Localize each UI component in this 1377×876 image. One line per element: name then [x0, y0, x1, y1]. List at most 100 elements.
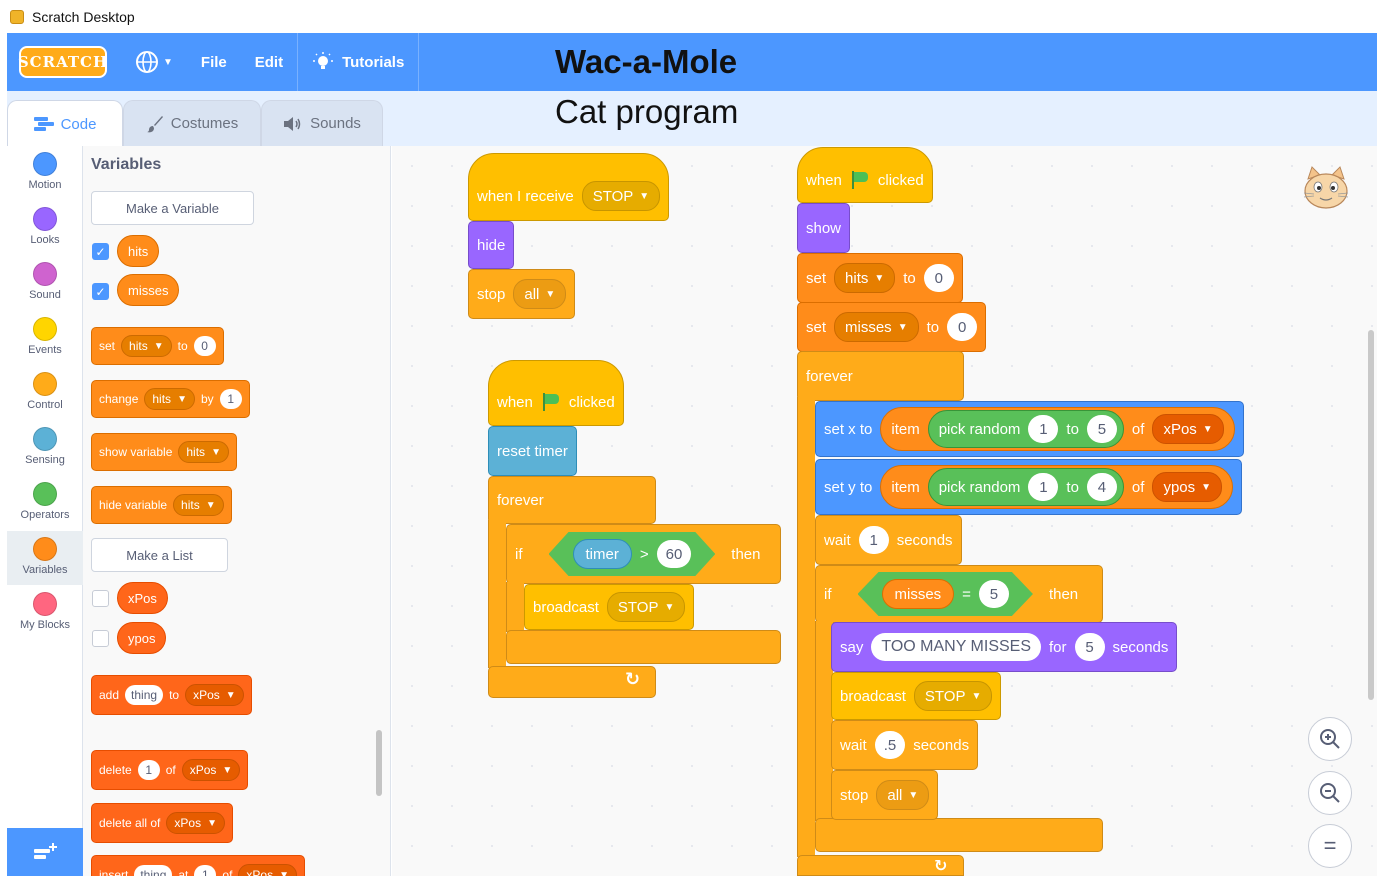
tab-sounds[interactable]: Sounds — [261, 100, 383, 146]
stop-option-dropdown[interactable]: all ▼ — [513, 279, 567, 309]
palette-hide-variable-block[interactable]: hide variable hits ▼ — [91, 486, 232, 524]
category-looks[interactable]: Looks — [7, 201, 83, 255]
message-dropdown[interactable]: STOP ▼ — [913, 681, 993, 711]
tab-code[interactable]: Code — [7, 100, 123, 147]
palette-show-variable-block[interactable]: show variable hits ▼ — [91, 433, 237, 471]
number-input[interactable]: 1 — [219, 389, 242, 409]
variable-dropdown[interactable]: misses ▼ — [834, 312, 919, 342]
xpos-list-reporter[interactable]: xPos — [117, 582, 168, 614]
file-menu[interactable]: File — [187, 33, 241, 91]
number-input[interactable]: 0 — [923, 264, 954, 292]
misses-variable-reporter[interactable]: misses — [117, 274, 180, 306]
list-dropdown[interactable]: xPos ▼ — [181, 759, 241, 781]
number-input[interactable]: 5 — [1074, 633, 1105, 661]
tutorials-menu[interactable]: Tutorials — [298, 33, 418, 91]
tab-costumes[interactable]: Costumes — [123, 100, 261, 146]
set-y-block[interactable]: set y to item pick random 1 to 4 of ypos… — [815, 459, 1243, 515]
message-dropdown[interactable]: STOP ▼ — [606, 592, 686, 622]
message-dropdown[interactable]: STOP ▼ — [581, 181, 661, 211]
palette-scrollbar[interactable] — [376, 730, 382, 796]
reset-timer-block[interactable]: reset timer — [488, 426, 577, 476]
if-then-block[interactable]: if misses = 5 then — [815, 565, 1103, 623]
number-input[interactable]: 1 — [858, 526, 889, 554]
number-input[interactable]: 60 — [656, 540, 692, 568]
category-my-blocks[interactable]: My Blocks — [7, 586, 83, 640]
palette-add-to-list-block[interactable]: add thing to xPos ▼ — [91, 675, 252, 715]
zoom-in-button[interactable] — [1308, 717, 1352, 761]
item-of-list-reporter[interactable]: item pick random 1 to 4 of ypos ▼ — [880, 465, 1234, 509]
number-input[interactable]: 5 — [1086, 415, 1117, 443]
zoom-reset-button[interactable]: = — [1308, 824, 1352, 868]
palette-delete-from-list-block[interactable]: delete 1 of xPos ▼ — [91, 750, 249, 790]
number-input[interactable]: 4 — [1086, 473, 1117, 501]
category-variables[interactable]: Variables — [7, 531, 83, 585]
make-variable-button[interactable]: Make a Variable — [91, 191, 254, 225]
if-then-block[interactable]: if timer > 60 then — [506, 524, 781, 584]
pick-random-reporter[interactable]: pick random 1 to 5 — [927, 410, 1124, 448]
number-input[interactable]: 1 — [194, 865, 217, 876]
wait-block[interactable]: wait 1 seconds — [815, 515, 962, 565]
when-i-receive-hat-block[interactable]: when I receive STOP ▼ — [468, 153, 670, 221]
number-input[interactable]: 5 — [978, 580, 1009, 608]
language-menu[interactable]: ▼ — [121, 33, 187, 91]
broadcast-block[interactable]: broadcast STOP ▼ — [831, 672, 1002, 720]
palette-insert-block[interactable]: insert thing at 1 of xPos ▼ — [91, 855, 305, 876]
hide-block[interactable]: hide — [468, 221, 515, 269]
item-of-list-reporter[interactable]: item pick random 1 to 5 of xPos ▼ — [880, 407, 1235, 451]
forever-block[interactable]: forever — [488, 476, 656, 524]
variable-dropdown[interactable]: hits ▼ — [144, 388, 195, 410]
number-input[interactable]: 1 — [137, 760, 160, 780]
add-extension-button[interactable] — [7, 828, 83, 876]
set-misses-block[interactable]: set misses ▼ to 0 — [797, 302, 987, 352]
category-sound[interactable]: Sound — [7, 256, 83, 310]
equals-operator[interactable]: misses = 5 — [857, 572, 1033, 616]
broadcast-block[interactable]: broadcast STOP ▼ — [524, 584, 695, 630]
number-input[interactable]: 1 — [1028, 415, 1059, 443]
greater-than-operator[interactable]: timer > 60 — [548, 532, 716, 576]
ypos-list-reporter[interactable]: ypos — [117, 622, 167, 654]
stop-block[interactable]: stop all ▼ — [831, 770, 939, 820]
list-dropdown[interactable]: ypos ▼ — [1152, 472, 1223, 502]
category-motion[interactable]: Motion — [7, 146, 83, 200]
list-dropdown[interactable]: xPos ▼ — [166, 812, 225, 834]
hits-monitor-checkbox[interactable]: ✓ — [92, 243, 109, 260]
when-flag-clicked-hat-block[interactable]: when clicked — [488, 360, 624, 426]
number-input[interactable]: 1 — [1028, 473, 1059, 501]
number-input[interactable]: 0 — [193, 336, 216, 356]
variable-dropdown[interactable]: hits ▼ — [121, 335, 172, 357]
category-operators[interactable]: Operators — [7, 476, 83, 530]
palette-delete-all-block[interactable]: delete all of xPos ▼ — [91, 803, 233, 843]
pick-random-reporter[interactable]: pick random 1 to 4 — [927, 468, 1124, 506]
list-dropdown[interactable]: xPos ▼ — [1152, 414, 1224, 444]
category-sensing[interactable]: Sensing — [7, 421, 83, 475]
show-block[interactable]: show — [797, 203, 851, 253]
xpos-monitor-checkbox[interactable] — [92, 590, 109, 607]
text-input[interactable]: TOO MANY MISSES — [871, 633, 1042, 661]
palette-change-variable-block[interactable]: change hits ▼ by 1 — [91, 380, 250, 418]
number-input[interactable]: 0 — [947, 313, 978, 341]
scratch-logo[interactable]: SCRATCH — [18, 46, 107, 78]
category-control[interactable]: Control — [7, 366, 83, 420]
stop-option-dropdown[interactable]: all ▼ — [876, 780, 930, 810]
say-for-seconds-block[interactable]: say TOO MANY MISSES for 5 seconds — [831, 622, 1178, 672]
variable-dropdown[interactable]: hits ▼ — [178, 441, 229, 463]
misses-monitor-checkbox[interactable]: ✓ — [92, 283, 109, 300]
misses-variable-reporter[interactable]: misses — [881, 579, 955, 609]
list-dropdown[interactable]: xPos ▼ — [185, 684, 244, 706]
text-input[interactable]: thing — [125, 685, 164, 705]
hits-variable-reporter[interactable]: hits — [117, 235, 160, 267]
set-hits-block[interactable]: set hits ▼ to 0 — [797, 253, 963, 303]
make-list-button[interactable]: Make a List — [91, 538, 228, 572]
edit-menu[interactable]: Edit — [241, 33, 297, 91]
zoom-out-button[interactable] — [1308, 771, 1352, 815]
list-dropdown[interactable]: xPos ▼ — [238, 864, 297, 876]
forever-block[interactable]: forever — [797, 351, 964, 401]
category-events[interactable]: Events — [7, 311, 83, 365]
wait-block[interactable]: wait .5 seconds — [831, 720, 979, 770]
stop-block[interactable]: stop all ▼ — [468, 269, 576, 319]
workspace-scrollbar[interactable] — [1368, 330, 1374, 700]
set-x-block[interactable]: set x to item pick random 1 to 5 of xPos… — [815, 401, 1244, 457]
timer-reporter[interactable]: timer — [572, 539, 632, 569]
ypos-monitor-checkbox[interactable] — [92, 630, 109, 647]
number-input[interactable]: .5 — [874, 731, 906, 759]
